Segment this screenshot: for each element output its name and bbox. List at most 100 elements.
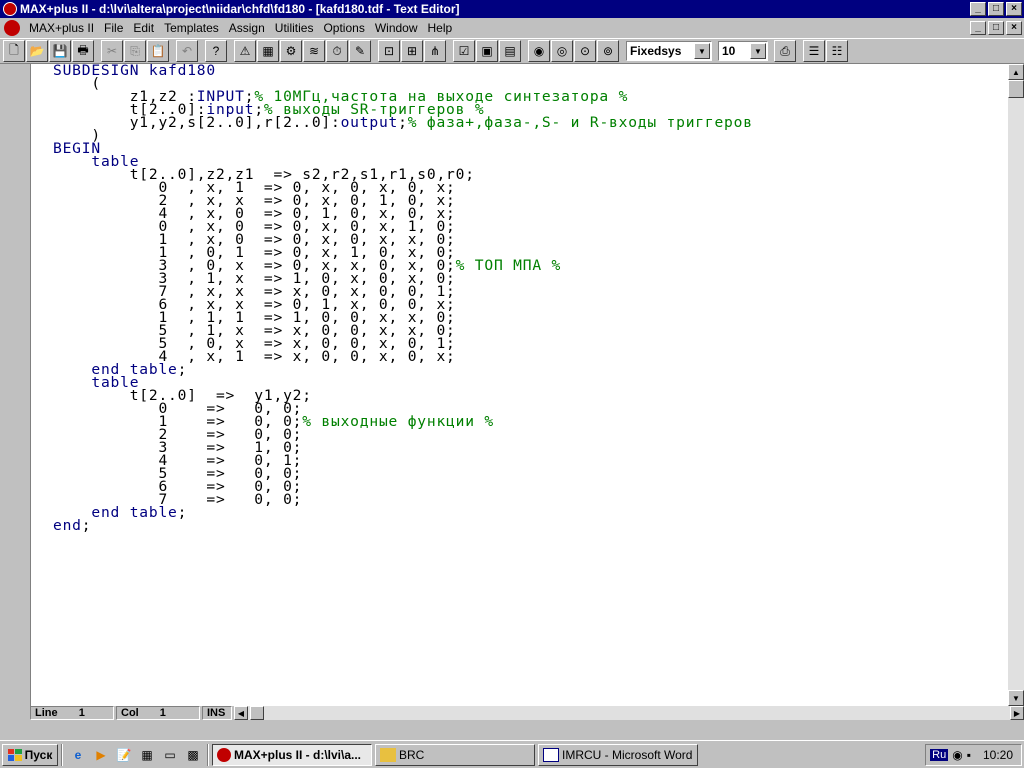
compiler-icon[interactable]: ⚙: [280, 40, 302, 62]
col-label: Col: [121, 707, 139, 719]
code-line[interactable]: BEGIN: [53, 141, 1008, 156]
code-line[interactable]: SUBDESIGN kafd180: [53, 64, 1008, 78]
find-next-icon[interactable]: ⊙: [574, 40, 596, 62]
copy-icon[interactable]: ⎘: [124, 40, 146, 62]
insert-mode-indicator: INS: [202, 706, 232, 720]
col-indicator: Col 1: [116, 706, 200, 720]
folder-icon: [380, 747, 396, 762]
task-maxplus[interactable]: MAX+plus II - d:\lvi\a...: [212, 743, 372, 766]
task-word[interactable]: IMRCU - Microsoft Word: [538, 743, 698, 766]
code-comment: % выходные функции %: [302, 413, 494, 430]
maximize-button[interactable]: □: [988, 2, 1004, 16]
code-line[interactable]: end;: [53, 517, 1008, 534]
maxplus-app-icon: [217, 747, 231, 762]
window-title: MAX+plus II - d:\lvi\altera\project\niid…: [20, 2, 460, 16]
project-top-icon[interactable]: ⊞: [401, 40, 423, 62]
menu-options[interactable]: Options: [318, 21, 369, 35]
console-icon[interactable]: ▭: [159, 744, 181, 766]
horizontal-scrollbar[interactable]: ◀ ▶: [234, 706, 1024, 720]
code-line[interactable]: 7 => 0, 0;: [53, 492, 1008, 507]
undo-icon[interactable]: ↶: [176, 40, 198, 62]
start-label: Пуск: [24, 747, 53, 762]
hierarchy-display-icon[interactable]: ⚠: [234, 40, 256, 62]
internet-explorer-icon[interactable]: e: [67, 744, 89, 766]
menu-templates[interactable]: Templates: [159, 21, 224, 35]
task-label: IMRCU - Microsoft Word: [562, 747, 693, 762]
scroll-down-icon[interactable]: ▼: [1008, 690, 1024, 706]
scroll-right-icon[interactable]: ▶: [1010, 706, 1024, 720]
save-icon[interactable]: 💾: [49, 40, 71, 62]
status-bar: Line 1 Col 1 INS ◀ ▶: [30, 706, 1024, 720]
calculator-icon[interactable]: ▦: [136, 744, 158, 766]
menu-help[interactable]: Help: [423, 21, 458, 35]
cut-icon[interactable]: ✂: [101, 40, 123, 62]
font-name-select[interactable]: Fixedsys ▼: [626, 41, 712, 61]
text-editor[interactable]: SUBDESIGN kafd180 ( z1,z2 :INPUT;% 10МГц…: [30, 64, 1008, 706]
app-icon[interactable]: [3, 2, 17, 16]
code-line[interactable]: y1,y2,s[2..0],r[2..0]:output;% фаза+,фаз…: [53, 115, 1008, 130]
find-replace-icon[interactable]: ◎: [551, 40, 573, 62]
hierarchy-tree-icon[interactable]: ⋔: [424, 40, 446, 62]
print-setup-icon[interactable]: ⎙: [774, 40, 796, 62]
start-button[interactable]: Пуск: [2, 743, 58, 766]
font-size-select[interactable]: 10 ▼: [718, 41, 768, 61]
horizontal-scroll-thumb[interactable]: [250, 706, 264, 720]
close-button[interactable]: ×: [1006, 2, 1022, 16]
line-value: 1: [78, 707, 85, 719]
scroll-up-icon[interactable]: ▲: [1008, 64, 1024, 80]
print-icon[interactable]: 🖶: [72, 40, 94, 62]
timing-analyzer-icon[interactable]: ⏱: [326, 40, 348, 62]
task-brc[interactable]: BRC: [375, 743, 535, 766]
notepad-icon[interactable]: 📝: [113, 744, 135, 766]
scroll-left-icon[interactable]: ◀: [234, 706, 248, 720]
far-manager-icon[interactable]: ▩: [182, 744, 204, 766]
doc-close-button[interactable]: ×: [1006, 21, 1022, 35]
col-value: 1: [159, 707, 166, 719]
project-save-check-icon[interactable]: ☑: [453, 40, 475, 62]
doc-restore-button[interactable]: □: [988, 21, 1004, 35]
toolbar: 🗋 📂 💾 🖶 ✂ ⎘ 📋 ↶ ? ⚠ ▦ ⚙ ≋ ⏱ ✎ ⊡ ⊞ ⋔ ☑ ▣ …: [0, 38, 1024, 64]
line-indicator: Line 1: [30, 706, 114, 720]
line-label: Line: [35, 707, 58, 719]
menu-utilities[interactable]: Utilities: [270, 21, 319, 35]
menu-bar: MAX+plus II File Edit Templates Assign U…: [0, 18, 1024, 38]
vertical-scroll-thumb[interactable]: [1008, 80, 1024, 98]
chevron-down-icon[interactable]: ▼: [694, 43, 710, 59]
outdent-icon[interactable]: ☷: [826, 40, 848, 62]
indent-icon[interactable]: ☰: [803, 40, 825, 62]
floorplan-editor-icon[interactable]: ▦: [257, 40, 279, 62]
menu-edit[interactable]: Edit: [128, 21, 159, 35]
menu-window[interactable]: Window: [370, 21, 423, 35]
open-hierarchy-icon[interactable]: ⊡: [378, 40, 400, 62]
doc-minimize-button[interactable]: _: [970, 21, 986, 35]
find-previous-icon[interactable]: ⊚: [597, 40, 619, 62]
code-line[interactable]: 4 , x, 1 => x, 0, 0, x, 0, x;: [53, 349, 1008, 364]
simulator-icon[interactable]: ≋: [303, 40, 325, 62]
document-icon[interactable]: [4, 20, 20, 36]
media-player-icon[interactable]: ▶: [90, 744, 112, 766]
code-view[interactable]: SUBDESIGN kafd180 ( z1,z2 :INPUT;% 10МГц…: [31, 64, 1008, 534]
chevron-down-icon[interactable]: ▼: [750, 43, 766, 59]
menu-max-plus[interactable]: MAX+plus II: [24, 21, 99, 35]
context-help-icon[interactable]: ?: [205, 40, 227, 62]
project-save-simulate-icon[interactable]: ▤: [499, 40, 521, 62]
minimize-button[interactable]: _: [970, 2, 986, 16]
language-indicator[interactable]: Ru: [930, 748, 949, 761]
volume-icon[interactable]: ◉: [952, 748, 962, 762]
code-text: ;: [81, 517, 92, 534]
paste-icon[interactable]: 📋: [147, 40, 169, 62]
network-icon[interactable]: ▪: [967, 748, 971, 762]
menu-file[interactable]: File: [99, 21, 128, 35]
code-keyword: end table: [91, 504, 178, 521]
open-folder-icon[interactable]: 📂: [26, 40, 48, 62]
find-icon[interactable]: ◉: [528, 40, 550, 62]
code-text: ;: [177, 504, 188, 521]
task-label: BRC: [399, 747, 425, 762]
new-file-icon[interactable]: 🗋: [3, 40, 25, 62]
vertical-scrollbar[interactable]: ▲ ▼: [1008, 64, 1024, 706]
programmer-icon[interactable]: ✎: [349, 40, 371, 62]
menu-assign[interactable]: Assign: [224, 21, 270, 35]
title-bar: MAX+plus II - d:\lvi\altera\project\niid…: [0, 0, 1024, 18]
project-save-compile-icon[interactable]: ▣: [476, 40, 498, 62]
code-text: ;: [177, 361, 188, 378]
